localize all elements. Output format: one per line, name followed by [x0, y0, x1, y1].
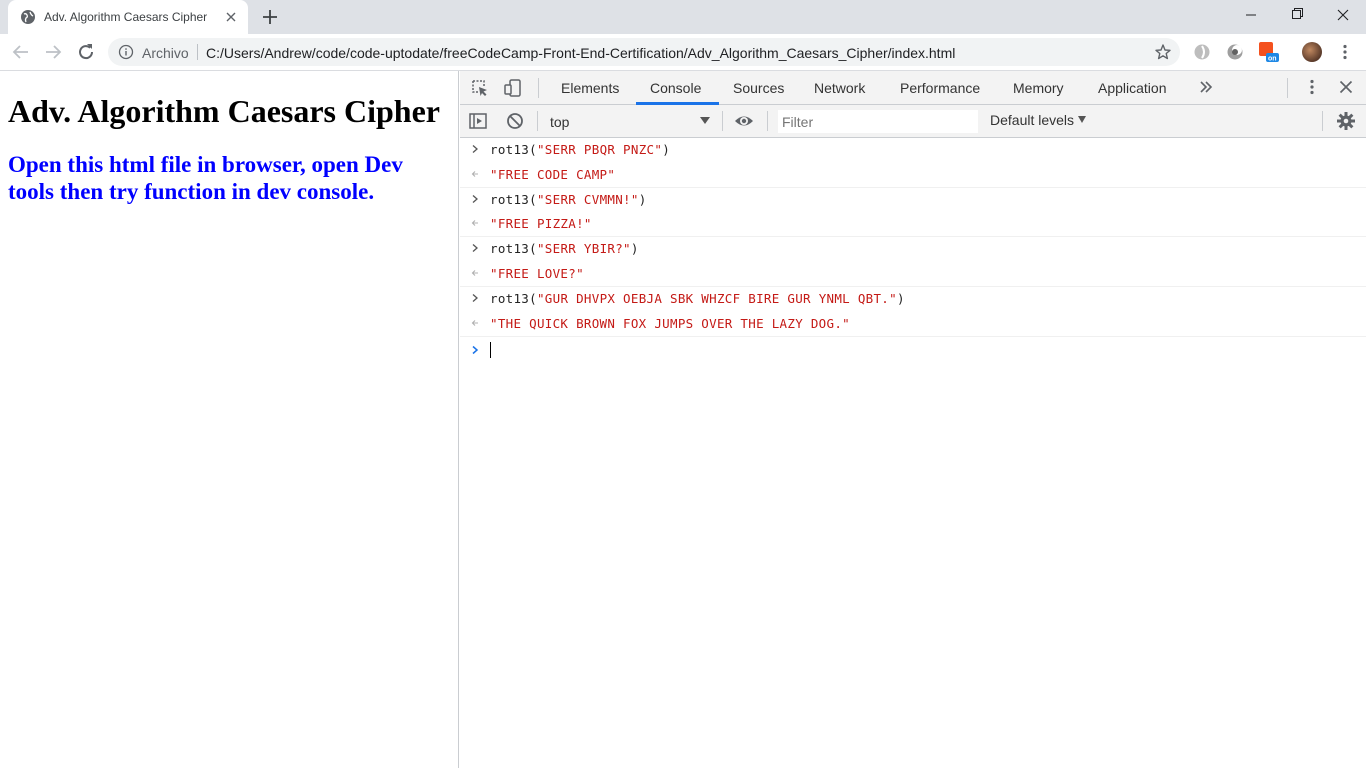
result-arrow-icon: [470, 318, 480, 328]
console-input-line[interactable]: rot13("SERR CVMMN!"): [460, 188, 1366, 213]
console-result-line[interactable]: "FREE CODE CAMP": [460, 163, 1366, 188]
minimize-button[interactable]: [1228, 0, 1274, 30]
console-fn: rot13(: [490, 241, 537, 257]
page-instructions: Open this html file in browser, open Dev…: [8, 152, 403, 204]
more-tabs-chevron-icon[interactable]: [1198, 79, 1214, 95]
input-chevron-icon: [470, 194, 480, 204]
extension-icon[interactable]: [1193, 43, 1211, 61]
devtools-tab-bar: Elements Console Sources Network Perform…: [460, 71, 1366, 105]
omnibox-divider: [197, 44, 198, 60]
input-chevron-icon: [470, 243, 480, 253]
profile-avatar[interactable]: [1302, 42, 1322, 62]
console-string-arg: "SERR YBIR?": [536, 241, 631, 257]
window-close-button[interactable]: [1320, 0, 1366, 30]
text-caret: [490, 341, 491, 358]
restore-button[interactable]: [1274, 0, 1320, 30]
forward-arrow-icon[interactable]: [41, 40, 65, 64]
info-icon[interactable]: [118, 44, 134, 60]
console-paren: ): [896, 291, 905, 307]
console-input-line[interactable]: rot13("SERR PBQR PNZC"): [460, 138, 1366, 163]
console-result-line[interactable]: "FREE LOVE?": [460, 262, 1366, 288]
svg-text:on: on: [1268, 56, 1277, 63]
console-fn: rot13(: [490, 191, 537, 207]
prompt-chevron-icon: [470, 345, 480, 355]
globe-icon: [20, 9, 36, 25]
console-result: "FREE LOVE?": [490, 266, 584, 282]
tab-performance[interactable]: Performance: [900, 71, 980, 105]
tab-sources[interactable]: Sources: [733, 71, 784, 105]
console-fn: rot13(: [490, 291, 537, 307]
console-string-arg: "GUR DHVPX OEBJA SBK WHZCF BIRE GUR YNML…: [536, 291, 897, 307]
log-levels-label: Default levels: [990, 112, 1075, 128]
console-string-arg: "SERR PBQR PNZC": [536, 142, 663, 157]
address-bar[interactable]: Archivo C:/Users/Andrew/code/code-uptoda…: [108, 38, 1180, 66]
browser-tab[interactable]: Adv. Algorithm Caesars Cipher: [8, 0, 248, 34]
devtools-menu-icon[interactable]: [1303, 78, 1321, 96]
toolbar-separator: [538, 78, 539, 98]
toolbar-separator: [537, 111, 538, 131]
result-arrow-icon: [470, 169, 480, 179]
close-devtools-icon[interactable]: [1337, 78, 1355, 96]
console-input-line[interactable]: rot13("GUR DHVPX OEBJA SBK WHZCF BIRE GU…: [460, 287, 1366, 312]
console-prompt[interactable]: [460, 337, 1366, 363]
log-levels-dropdown[interactable]: Default levels: [990, 112, 1087, 128]
inspect-element-icon[interactable]: [470, 78, 490, 98]
toolbar-separator: [767, 111, 768, 131]
clear-console-icon[interactable]: [505, 111, 525, 131]
tab-memory[interactable]: Memory: [1013, 71, 1064, 105]
console-toolbar: top Default levels: [460, 105, 1366, 138]
rss-extension-icon[interactable]: on: [1259, 42, 1279, 62]
device-toolbar-icon[interactable]: [503, 78, 523, 98]
toolbar-separator: [1287, 78, 1288, 98]
chrome-menu-icon[interactable]: [1336, 43, 1354, 61]
console-paren: ): [638, 191, 647, 207]
tab-application[interactable]: Application: [1098, 71, 1167, 105]
back-arrow-icon[interactable]: [9, 40, 33, 64]
tab-title: Adv. Algorithm Caesars Cipher: [44, 10, 208, 24]
toolbar-separator: [1322, 111, 1323, 131]
reload-icon[interactable]: [74, 40, 98, 64]
console-result-line[interactable]: "THE QUICK BROWN FOX JUMPS OVER THE LAZY…: [460, 312, 1366, 337]
dark-mode-extension-icon[interactable]: [1226, 43, 1244, 61]
console-result: "FREE CODE CAMP": [490, 166, 616, 182]
result-arrow-icon: [470, 268, 480, 278]
execution-context-select[interactable]: top: [542, 109, 714, 133]
url-text[interactable]: C:/Users/Andrew/code/code-uptodate/freeC…: [206, 45, 955, 61]
close-icon[interactable]: [223, 9, 239, 25]
input-chevron-icon: [470, 144, 480, 154]
browser-tab-strip: Adv. Algorithm Caesars Cipher: [0, 0, 1366, 34]
chevron-down-icon: [700, 117, 710, 124]
gear-icon[interactable]: [1336, 111, 1356, 131]
browser-toolbar: Archivo C:/Users/Andrew/code/code-uptoda…: [0, 34, 1366, 71]
chevron-down-icon: [1078, 116, 1087, 123]
context-label: top: [550, 114, 570, 130]
console-result: "THE QUICK BROWN FOX JUMPS OVER THE LAZY…: [490, 315, 850, 331]
toolbar-separator: [722, 111, 723, 131]
tab-network[interactable]: Network: [814, 71, 865, 105]
console-filter-input[interactable]: [778, 110, 978, 133]
new-tab-button[interactable]: [258, 5, 282, 29]
tab-console[interactable]: Console: [650, 71, 701, 105]
scheme-label: Archivo: [142, 45, 189, 61]
page-heading: Adv. Algorithm Caesars Cipher: [8, 93, 440, 129]
tab-elements[interactable]: Elements: [561, 71, 619, 105]
result-arrow-icon: [470, 218, 480, 228]
console-paren: ): [662, 142, 671, 157]
console-fn: rot13(: [490, 142, 537, 157]
console-sidebar-icon[interactable]: [468, 111, 488, 131]
page-content: Adv. Algorithm Caesars Cipher Open this …: [0, 71, 459, 768]
console-result: "FREE PIZZA!": [490, 216, 592, 232]
input-chevron-icon: [470, 293, 480, 303]
devtools-panel: Elements Console Sources Network Perform…: [460, 71, 1366, 768]
bookmark-star-icon[interactable]: [1154, 43, 1172, 61]
console-paren: ): [630, 241, 639, 257]
console-output[interactable]: rot13("SERR PBQR PNZC") "FREE CODE CAMP"…: [460, 138, 1366, 768]
live-expression-eye-icon[interactable]: [734, 111, 754, 131]
console-string-arg: "SERR CVMMN!": [536, 191, 639, 207]
console-result-line[interactable]: "FREE PIZZA!": [460, 212, 1366, 238]
console-input-line[interactable]: rot13("SERR YBIR?"): [460, 237, 1366, 262]
